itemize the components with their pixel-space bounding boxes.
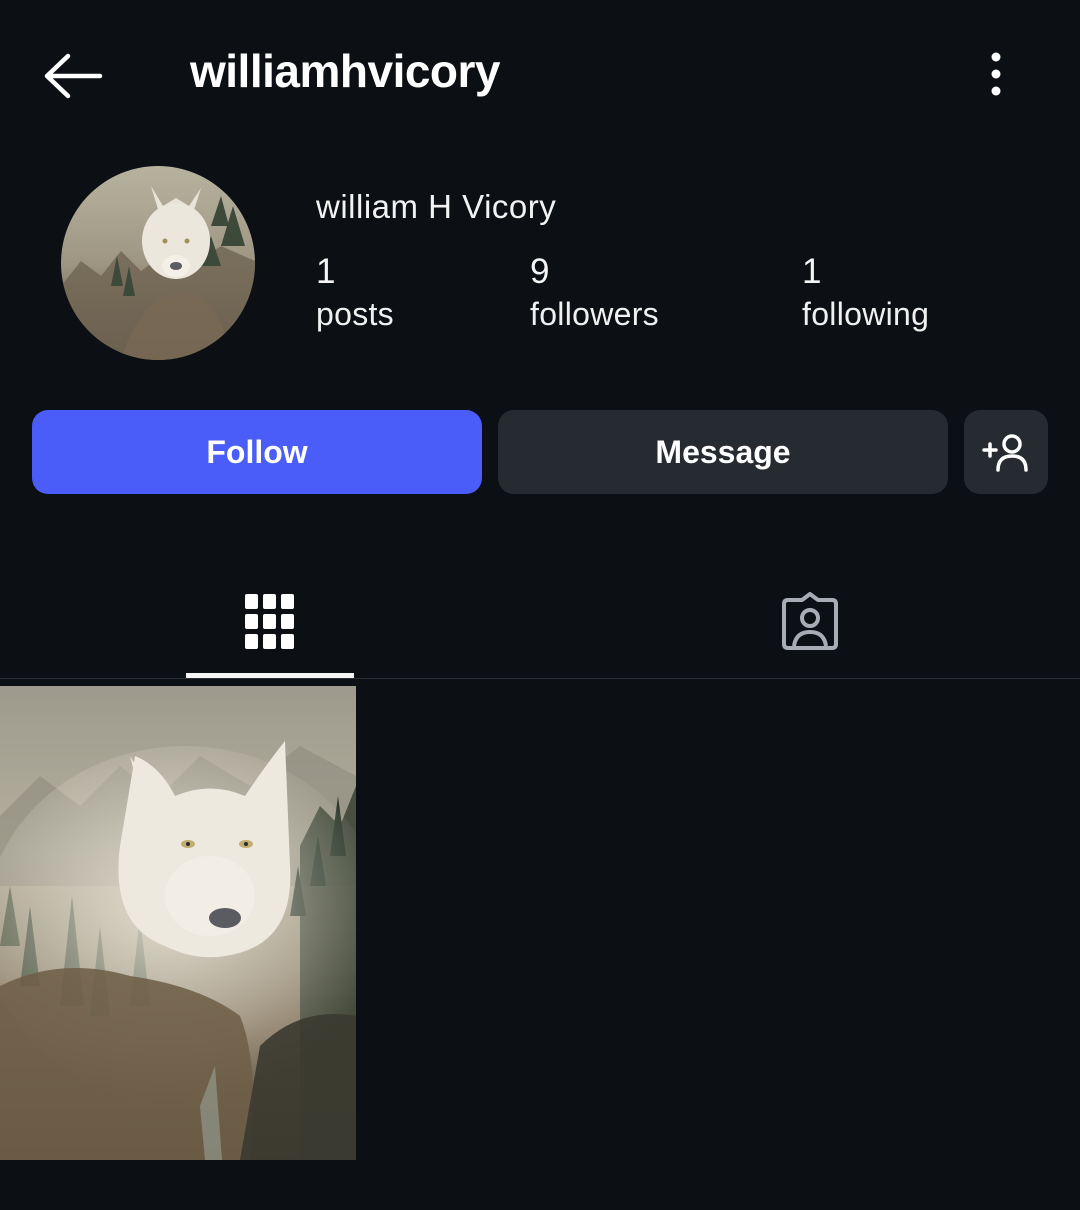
tab-posts-grid[interactable]: [186, 570, 354, 674]
posts-stat[interactable]: 1 posts: [316, 252, 394, 336]
arrow-left-icon: [44, 53, 103, 99]
follow-button[interactable]: Follow: [32, 410, 482, 494]
suggested-people-button[interactable]: [964, 410, 1048, 494]
back-button[interactable]: [40, 50, 106, 102]
profile-username: williamhvicory: [190, 45, 501, 97]
following-label: following: [802, 296, 930, 332]
following-stat[interactable]: 1 following: [802, 252, 929, 336]
posts-count: 1: [316, 252, 336, 291]
tab-tagged[interactable]: [726, 570, 894, 674]
profile-avatar[interactable]: [61, 166, 255, 360]
wolf-avatar: [61, 166, 255, 360]
tab-divider: [0, 678, 1080, 679]
followers-label: followers: [530, 296, 659, 332]
message-button[interactable]: Message: [498, 410, 948, 494]
display-name: william H Vicory: [316, 188, 557, 225]
top-bar: williamhvicory: [0, 0, 1080, 150]
posts-label: posts: [316, 296, 394, 332]
followers-count: 9: [530, 252, 550, 291]
add-person-icon: [982, 434, 1028, 472]
tagged-person-icon: [782, 592, 838, 650]
more-vertical-icon: [991, 52, 1001, 96]
grid-icon: [245, 594, 294, 649]
more-options-button[interactable]: [974, 50, 1018, 98]
profile-screen: williamhvicory william H Vicory 1 posts …: [0, 0, 1080, 1210]
post-thumbnail[interactable]: [0, 686, 356, 1160]
wolf-forest-painting: [0, 686, 356, 1160]
followers-stat[interactable]: 9 followers: [530, 252, 659, 336]
following-count: 1: [802, 252, 822, 291]
